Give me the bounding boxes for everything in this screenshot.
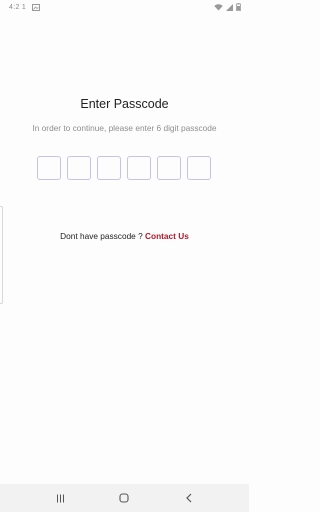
home-button[interactable] — [114, 488, 134, 508]
passcode-digit-2[interactable] — [67, 156, 91, 180]
battery-icon — [236, 3, 241, 11]
status-right — [214, 3, 241, 11]
page-title: Enter Passcode — [80, 97, 169, 111]
contact-us-link[interactable]: Contact Us — [145, 231, 189, 241]
passcode-digit-4[interactable] — [127, 156, 151, 180]
home-icon — [119, 493, 130, 503]
status-time: 4:2 1 — [9, 3, 27, 11]
recent-apps-icon — [56, 494, 65, 503]
passcode-input-group — [37, 156, 213, 180]
wifi-icon — [214, 3, 223, 11]
recent-apps-button[interactable] — [50, 488, 70, 508]
status-left: 4:2 1 — [9, 3, 41, 11]
passcode-digit-6[interactable] — [187, 156, 211, 180]
back-icon — [185, 493, 193, 503]
system-nav-bar — [0, 484, 249, 512]
passcode-digit-3[interactable] — [97, 156, 121, 180]
page-subtitle: In order to continue, please enter 6 dig… — [32, 123, 217, 133]
edge-panel-handle[interactable] — [0, 206, 3, 304]
back-button[interactable] — [179, 488, 199, 508]
contact-prompt: Dont have passcode ? — [60, 231, 146, 241]
passcode-digit-5[interactable] — [157, 156, 181, 180]
status-bar: 4:2 1 — [0, 0, 249, 14]
gallery-notification-icon — [32, 3, 41, 11]
passcode-digit-1[interactable] — [37, 156, 61, 180]
signal-icon — [226, 3, 233, 11]
contact-line: Dont have passcode ? Contact Us — [0, 231, 249, 241]
